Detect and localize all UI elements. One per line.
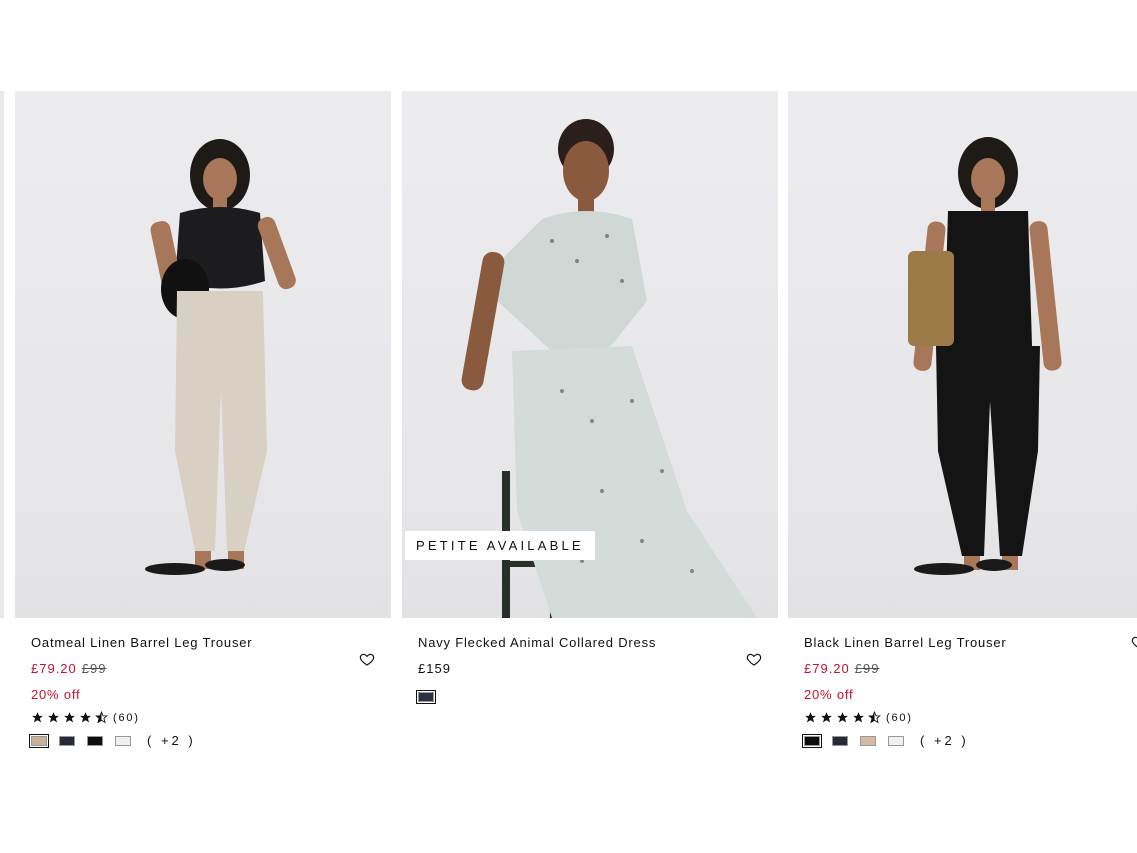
review-count: (60): [113, 711, 140, 724]
review-count: (60): [886, 711, 913, 724]
original-price: £99: [854, 661, 880, 676]
colour-swatch[interactable]: [802, 733, 822, 748]
sale-price: £79.20: [31, 661, 77, 676]
star-rating: [804, 711, 881, 724]
model-photo-icon: [145, 139, 296, 575]
star-icon: [64, 712, 75, 723]
price: £79.20 £99: [804, 661, 1137, 676]
colour-swatch[interactable]: [888, 735, 904, 746]
more-colours-link[interactable]: ( +2 ): [147, 733, 196, 748]
star-icon: [853, 712, 864, 723]
product-image[interactable]: PETITE AVAILABLE: [402, 91, 778, 618]
wishlist-heart-icon[interactable]: [1131, 634, 1137, 650]
sale-price: £79.20: [804, 661, 850, 676]
colour-swatch[interactable]: [29, 733, 49, 748]
product-card[interactable]: Black Linen Barrel Leg Trouser £79.20 £99…: [788, 91, 1137, 748]
star-icon: [837, 712, 848, 723]
petite-available-badge: PETITE AVAILABLE: [405, 531, 595, 560]
price: £159: [418, 661, 762, 676]
rating[interactable]: (60): [31, 711, 375, 724]
discount-label: 20% off: [31, 687, 81, 702]
current-price: £159: [418, 661, 451, 676]
wishlist-heart-icon[interactable]: [359, 651, 375, 667]
previous-product-image-edge[interactable]: [0, 91, 4, 618]
more-colours-link[interactable]: ( +2 ): [920, 733, 969, 748]
product-title[interactable]: Navy Flecked Animal Collared Dress: [418, 635, 762, 650]
wishlist-heart-icon[interactable]: [746, 651, 762, 667]
colour-swatches: ( +2 ): [29, 733, 375, 748]
rating[interactable]: (60): [804, 711, 1137, 724]
colour-swatch[interactable]: [860, 735, 876, 746]
star-icon: [805, 712, 816, 723]
star-rating: [31, 711, 108, 724]
colour-swatches: ( +2 ): [802, 733, 1137, 748]
colour-swatch[interactable]: [87, 735, 103, 746]
product-title[interactable]: Oatmeal Linen Barrel Leg Trouser: [31, 635, 375, 650]
product-card[interactable]: PETITE AVAILABLE Navy Flecked Animal Col…: [402, 91, 778, 704]
product-image[interactable]: [788, 91, 1137, 618]
star-icon: [32, 712, 43, 723]
product-title[interactable]: Black Linen Barrel Leg Trouser: [804, 635, 1137, 650]
colour-swatch[interactable]: [416, 690, 436, 704]
star-icon: [80, 712, 91, 723]
colour-swatch[interactable]: [59, 735, 75, 746]
original-price: £99: [81, 661, 107, 676]
product-card[interactable]: Oatmeal Linen Barrel Leg Trouser £79.20 £…: [15, 91, 391, 748]
price: £79.20 £99: [31, 661, 375, 676]
discount-label: 20% off: [804, 687, 854, 702]
colour-swatch[interactable]: [832, 735, 848, 746]
colour-swatch[interactable]: [115, 735, 131, 746]
star-icon: [821, 712, 832, 723]
star-icon: [48, 712, 59, 723]
product-image[interactable]: [15, 91, 391, 618]
star-half-icon: [868, 711, 881, 724]
colour-swatches: [416, 690, 762, 704]
model-photo-icon: [908, 137, 1062, 575]
star-half-icon: [95, 711, 108, 724]
